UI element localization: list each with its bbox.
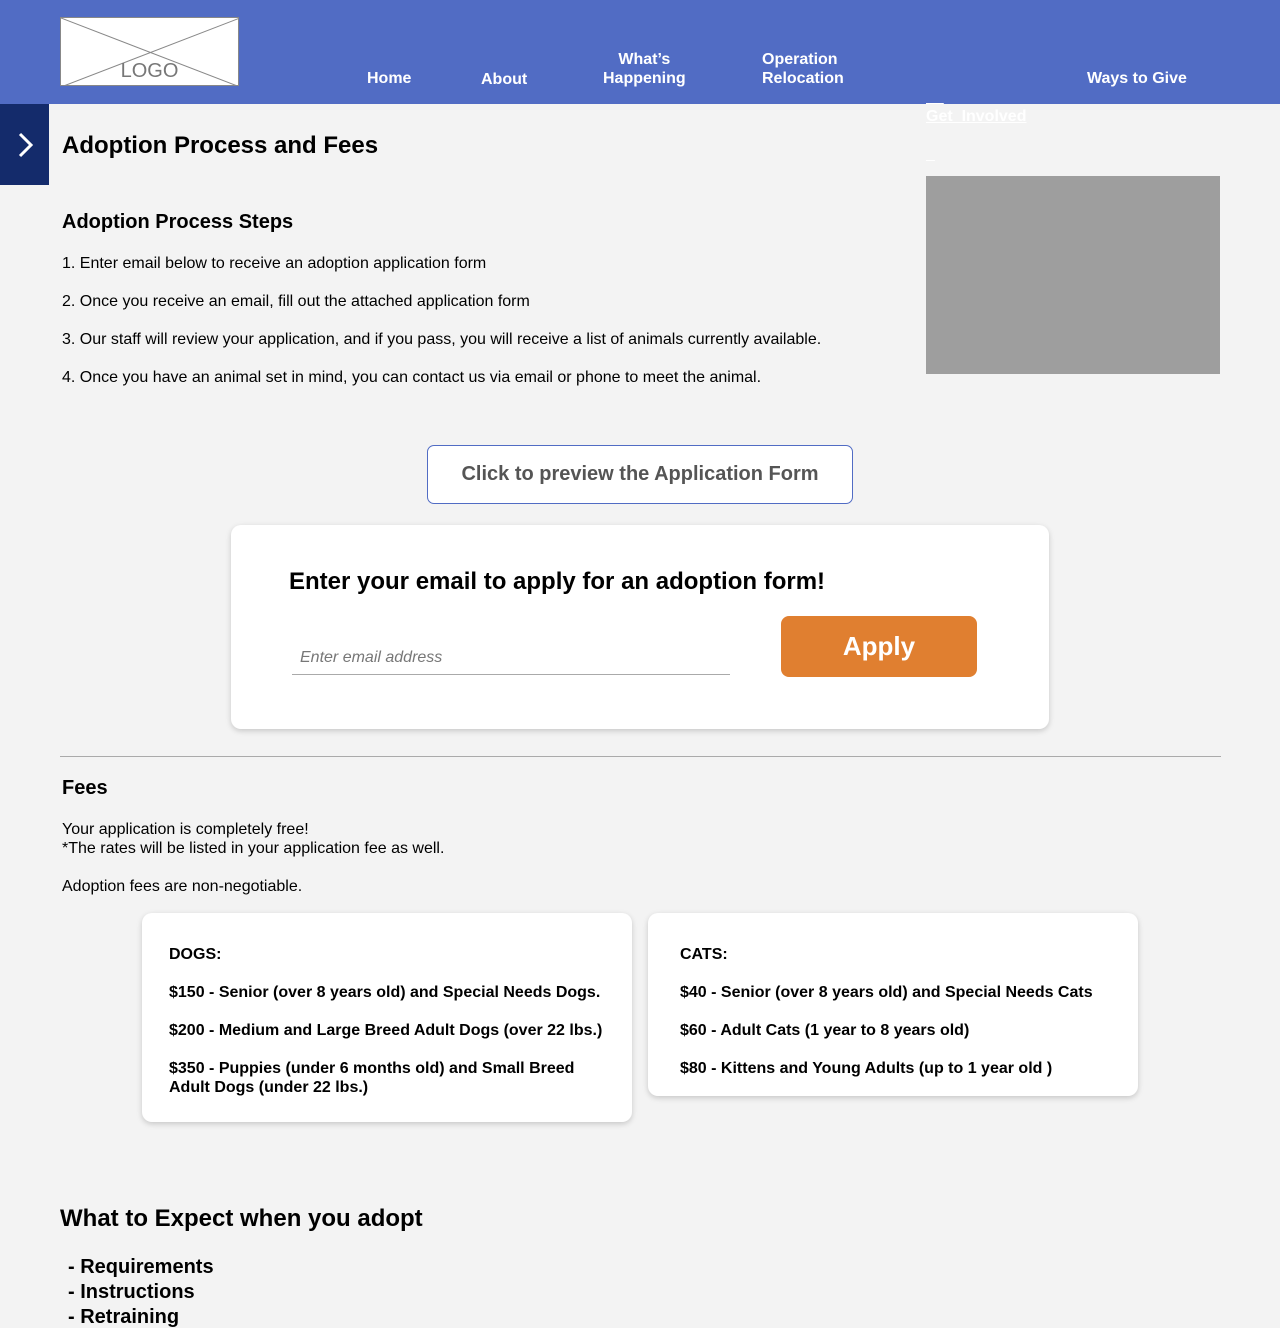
dogs-fee-item: $350 - Puppies (under 6 months old) and … xyxy=(169,1060,575,1096)
chevron-right-icon xyxy=(18,132,33,157)
nav-whats-happening[interactable]: What’s Happening xyxy=(603,50,686,88)
fees-free-text: Your application is completely free! xyxy=(62,821,309,838)
dogs-fee-card: DOGS: $150 - Senior (over 8 years old) a… xyxy=(142,913,632,1122)
email-apply-card: Enter your email to apply for an adoptio… xyxy=(231,525,1049,729)
sidebar-toggle-button[interactable] xyxy=(0,104,49,185)
fees-title: Fees xyxy=(62,777,108,799)
nav-ways-to-give[interactable]: Ways to Give xyxy=(1087,69,1187,88)
email-input[interactable] xyxy=(292,641,730,675)
apply-button[interactable]: Apply xyxy=(781,616,977,677)
cats-fee-item: $40 - Senior (over 8 years old) and Spec… xyxy=(680,984,1093,1001)
expect-list-item: - Retraining xyxy=(68,1306,180,1328)
nav-operation-relocation-line2: Relocation xyxy=(762,70,844,87)
nav-operation-relocation-line1: Operation xyxy=(762,51,838,68)
page-title: Adoption Process and Fees xyxy=(62,132,379,159)
nav-ways-to-give-label: Ways to Give xyxy=(1087,70,1187,87)
steps-title: Adoption Process Steps xyxy=(62,211,294,233)
step-item: 3. Our staff will review your applicatio… xyxy=(62,331,822,348)
nav-get-involved[interactable]: Get Involved xyxy=(926,69,1026,164)
dogs-fee-item: $150 - Senior (over 8 years old) and Spe… xyxy=(169,984,601,1001)
email-card-title: Enter your email to apply for an adoptio… xyxy=(289,568,826,595)
dogs-heading: DOGS: xyxy=(169,946,222,963)
logo[interactable]: LOGO xyxy=(60,17,239,86)
step-item: 4. Once you have an animal set in mind, … xyxy=(62,369,762,386)
step-item: 2. Once you receive an email, fill out t… xyxy=(62,293,530,310)
preview-application-form-button[interactable]: Click to preview the Application Form xyxy=(427,445,853,504)
fees-non-negotiable-text: Adoption fees are non-negotiable. xyxy=(62,878,303,895)
what-to-expect-title: What to Expect when you adopt xyxy=(60,1205,423,1232)
cats-fee-item: $60 - Adult Cats (1 year to 8 years old) xyxy=(680,1022,970,1039)
fees-rates-note: *The rates will be listed in your applic… xyxy=(62,840,445,857)
nav-about-label: About xyxy=(481,71,528,88)
nav-about[interactable]: About xyxy=(481,70,527,89)
nav-whats-happening-line1: What’s xyxy=(618,51,671,68)
nav-operation-relocation[interactable]: Operation Relocation xyxy=(762,50,844,88)
cats-heading: CATS: xyxy=(680,946,728,963)
expect-list-item: - Requirements xyxy=(68,1256,214,1278)
step-item: 1. Enter email below to receive an adopt… xyxy=(62,255,487,272)
nav-home-label: Home xyxy=(367,70,412,87)
nav-whats-happening-line2: Happening xyxy=(603,70,686,87)
nav-home[interactable]: Home xyxy=(367,69,411,88)
site-header: LOGO Home About What’s Happening Operati… xyxy=(0,0,1280,125)
dogs-fee-item: $200 - Medium and Large Breed Adult Dogs… xyxy=(169,1022,603,1039)
cats-fee-item: $80 - Kittens and Young Adults (up to 1 … xyxy=(680,1060,1053,1077)
cats-fee-card: CATS: $40 - Senior (over 8 years old) an… xyxy=(648,913,1138,1096)
nav-get-involved-label: Get Involved xyxy=(926,108,1027,125)
image-placeholder xyxy=(926,176,1220,374)
section-divider xyxy=(60,756,1221,757)
logo-text: LOGO xyxy=(120,60,179,82)
expect-list-item: - Instructions xyxy=(68,1281,195,1303)
